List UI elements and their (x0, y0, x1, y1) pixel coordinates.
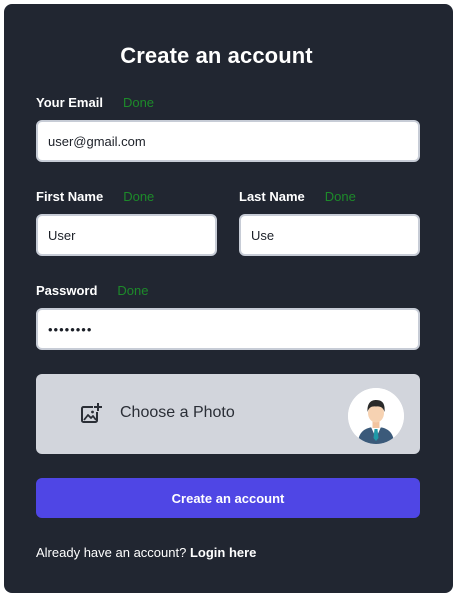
first-name-value: User (48, 227, 76, 243)
form-title: Create an account (120, 43, 313, 68)
last-name-label: Last Name (239, 188, 305, 204)
first-name-label-row: First Name Done (36, 188, 154, 204)
signup-card: Create an account Your Email Done user@g… (4, 4, 453, 593)
last-name-status: Done (324, 188, 356, 204)
first-name-status: Done (123, 188, 155, 204)
email-field[interactable]: user@gmail.com (36, 120, 420, 162)
create-account-button[interactable]: Create an account (36, 478, 420, 518)
login-link[interactable]: Login here (190, 545, 256, 560)
first-name-field[interactable]: User (36, 214, 217, 256)
avatar-person-icon (348, 388, 404, 444)
add-photo-icon (81, 403, 103, 423)
last-name-field[interactable]: Use (239, 214, 420, 256)
password-label: Password (36, 282, 98, 298)
email-status: Done (122, 94, 155, 110)
password-field[interactable]: •••••••• (36, 308, 420, 350)
login-prompt: Already have an account? Login here (36, 545, 256, 560)
password-label-row: Password Done (36, 282, 149, 298)
email-value: user@gmail.com (48, 133, 146, 149)
last-name-label-row: Last Name Done (239, 188, 356, 204)
login-prompt-text: Already have an account? (36, 545, 187, 560)
password-value: •••••••• (48, 321, 93, 337)
password-status: Done (117, 282, 149, 298)
avatar (348, 388, 404, 444)
create-account-button-label: Create an account (171, 490, 285, 506)
choose-photo-label: Choose a Photo (120, 404, 235, 421)
choose-photo-area[interactable]: Choose a Photo (36, 374, 420, 454)
last-name-value: Use (251, 227, 275, 243)
email-label-row: Your Email Done (36, 94, 154, 110)
email-label: Your Email (36, 94, 103, 110)
first-name-label: First Name (36, 188, 104, 204)
